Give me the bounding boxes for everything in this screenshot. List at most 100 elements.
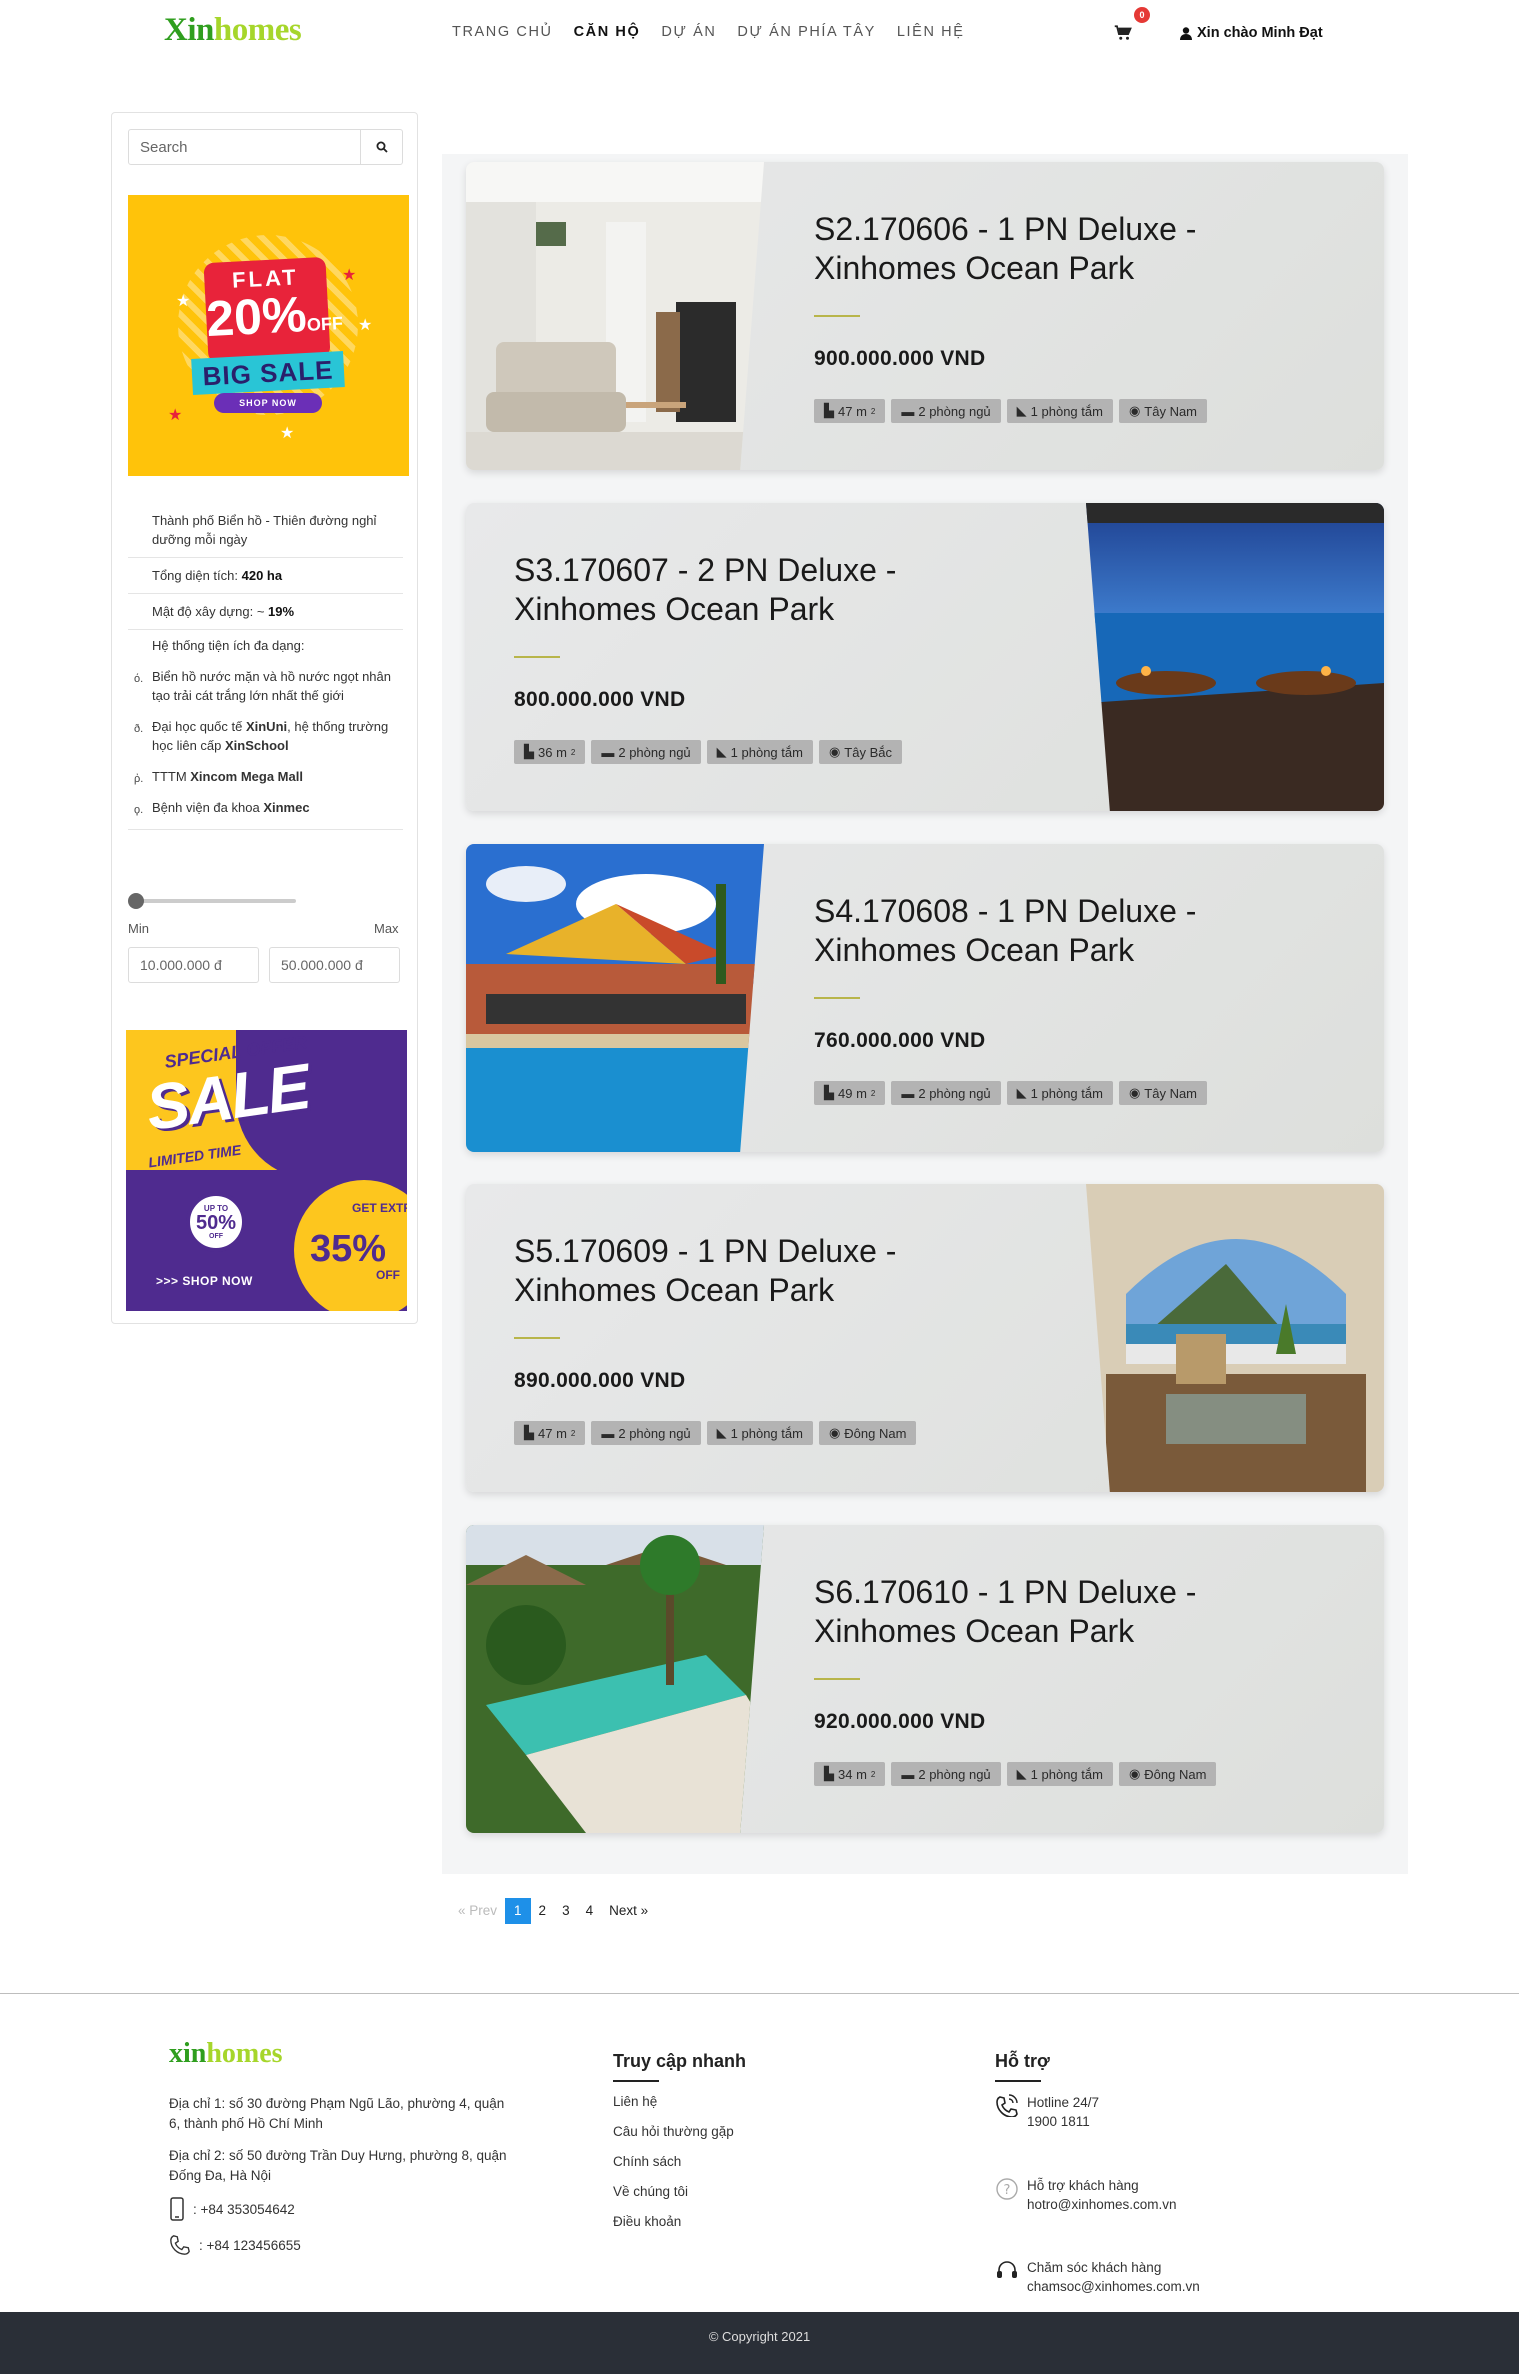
footer-link-about[interactable]: Về chúng tôi [613,2184,688,2199]
nav-contact[interactable]: LIÊN HỆ [897,24,965,40]
mobile-icon [170,2197,184,2221]
bed-icon: ▬ [901,1766,915,1782]
footer-link-policy[interactable]: Chính sách [613,2154,681,2169]
page-2[interactable]: 2 [531,1898,555,1924]
direction-tag: ◉ Đông Nam [818,1421,917,1445]
phone-ring-icon [996,2094,1018,2117]
listing-title[interactable]: S3.170607 - 2 PN Deluxe - Xinhomes Ocean… [514,551,944,629]
bedroom-tag: ▬ 2 phòng ngủ [591,1421,701,1445]
listing-price: 800.000.000 VND [514,688,686,711]
support-heading: Hỗ trợ [995,2051,1050,2082]
search-icon [376,141,388,153]
area-icon: ▙ [824,1766,834,1781]
page-1[interactable]: 1 [505,1898,531,1924]
compass-icon: ◉ [1128,1766,1141,1781]
footer-logo[interactable]: xinhomes [169,2038,283,2070]
price-range-slider[interactable] [128,893,298,909]
feature-intro: Thành phố Biển hồ - Thiên đường nghỉ dưỡ… [128,503,403,558]
search-button[interactable] [361,130,403,164]
support-customer-help: ? Hỗ trợ khách hàng hotro@xinhomes.com.vn [995,2176,1177,2214]
bathroom-tag: ◣ 1 phòng tắm [1006,1081,1113,1105]
big-sale-banner[interactable]: ★ ★ ★ ★ ★ FLAT 20%OFF BIG SALE SHOP NOW [128,195,409,476]
listing-card[interactable]: S4.170608 - 1 PN Deluxe - Xinhomes Ocean… [466,844,1384,1152]
special-offer-banner[interactable]: SPECIAL OFFER SALE LIMITED TIME UP TO 50… [126,1030,407,1311]
listing-price: 920.000.000 VND [814,1710,986,1733]
listing-title[interactable]: S2.170606 - 1 PN Deluxe - Xinhomes Ocean… [814,210,1244,288]
bathroom-tag: ◣ 1 phòng tắm [1006,1762,1113,1786]
pagination: « Prev 1 2 3 4 Next » [450,1898,656,1924]
bed-icon: ▬ [901,403,915,419]
footer-address-2: Địa chỉ 2: số 50 đường Trần Duy Hưng, ph… [169,2148,507,2183]
direction-tag: ◉ Tây Nam [1118,399,1208,423]
cart-icon[interactable] [1114,24,1136,44]
listing-title[interactable]: S4.170608 - 1 PN Deluxe - Xinhomes Ocean… [814,892,1244,970]
listing-photo-villa-pool [466,1525,764,1833]
footer-address-1: Địa chỉ 1: số 30 đường Phạm Ngũ Lão, phư… [169,2096,505,2131]
amenity-item: ό. Biển hồ nước mặn và hồ nước ngọt nhân … [134,669,391,703]
listing-price: 760.000.000 VND [814,1029,986,1052]
footer-link-faq[interactable]: Câu hỏi thường gặp [613,2124,734,2139]
feature-density: Mật độ xây dựng: ~ 19% [128,594,403,630]
feature-amenities-title: Hệ thống tiện ích đa dạng: [152,638,305,653]
listing-card[interactable]: S2.170606 - 1 PN Deluxe - Xinhomes Ocean… [466,162,1384,470]
quick-access-heading: Truy cập nhanh [613,2051,746,2082]
listing-photo-balcony-sea-view [1086,1184,1384,1492]
compass-icon: ◉ [828,1425,841,1440]
nav-west-projects[interactable]: DỰ ÁN PHÍA TÂY [737,24,875,40]
listing-title[interactable]: S6.170610 - 1 PN Deluxe - Xinhomes Ocean… [814,1573,1244,1651]
slider-handle[interactable] [128,893,144,909]
footer-phone: : +84 123456655 [169,2234,301,2256]
user-greeting[interactable]: Xin chào Minh Đạt [1180,25,1323,41]
area-tag: ▙ 49 m2 [814,1081,886,1105]
bedroom-tag: ▬ 2 phòng ngủ [891,1081,1001,1105]
bath-icon: ◣ [1016,1085,1027,1100]
support-customer-care: Chăm sóc khách hàng chamsoc@xinhomes.com.… [995,2258,1200,2296]
headset-icon [997,2261,1017,2278]
listing-price: 900.000.000 VND [814,347,986,370]
max-label: Max [374,921,399,936]
listing-card[interactable]: S6.170610 - 1 PN Deluxe - Xinhomes Ocean… [466,1525,1384,1833]
bedroom-tag: ▬ 2 phòng ngủ [891,1762,1001,1786]
footer-mobile: : +84 353054642 [169,2197,295,2221]
bathroom-tag: ◣ 1 phòng tắm [706,740,813,764]
bedroom-tag: ▬ 2 phòng ngủ [891,399,1001,423]
support-hotline: Hotline 24/7 1900 1811 [995,2093,1099,2131]
page-3[interactable]: 3 [554,1898,578,1924]
direction-tag: ◉ Tây Bắc [818,740,902,764]
nav-apartments[interactable]: CĂN HỘ [574,24,641,40]
search-input[interactable] [129,130,361,164]
bedroom-tag: ▬ 2 phòng ngủ [591,740,701,764]
site-header: Xinhomes TRANG CHỦ CĂN HỘ DỰ ÁN DỰ ÁN PH… [0,0,1519,70]
footer-link-terms[interactable]: Điều khoản [613,2214,681,2229]
min-label: Min [128,921,149,936]
area-tag: ▙ 36 m2 [514,740,586,764]
area-icon: ▙ [824,1085,834,1100]
svg-text:?: ? [1004,2183,1011,2198]
area-tag: ▙ 47 m2 [514,1421,586,1445]
listing-card[interactable]: S5.170609 - 1 PN Deluxe - Xinhomes Ocean… [466,1184,1384,1492]
nav-projects[interactable]: DỰ ÁN [661,24,716,40]
bed-icon: ▬ [901,1085,915,1101]
listing-title[interactable]: S5.170609 - 1 PN Deluxe - Xinhomes Ocean… [514,1232,944,1310]
bath-icon: ◣ [716,744,727,759]
site-logo[interactable]: Xinhomes [164,12,302,49]
prev-page-button[interactable]: « Prev [450,1898,505,1924]
main-nav: TRANG CHỦ CĂN HỘ DỰ ÁN DỰ ÁN PHÍA TÂY LI… [452,24,986,40]
direction-tag: ◉ Đông Nam [1118,1762,1217,1786]
nav-home[interactable]: TRANG CHỦ [452,24,553,40]
amenity-item: ð. Đại học quốc tế XinUni, hệ thống trườn… [134,719,389,753]
search-box [128,129,403,165]
next-page-button[interactable]: Next » [601,1898,656,1924]
bath-icon: ◣ [1016,403,1027,418]
listing-card[interactable]: S3.170607 - 2 PN Deluxe - Xinhomes Ocean… [466,503,1384,811]
min-price-input[interactable] [128,947,259,983]
footer-link-contact[interactable]: Liên hệ [613,2094,657,2109]
listing-photo-ocean-terrace [1086,503,1384,811]
question-icon: ? [996,2178,1018,2200]
page-4[interactable]: 4 [578,1898,602,1924]
bathroom-tag: ◣ 1 phòng tắm [1006,399,1113,423]
bed-icon: ▬ [601,1425,615,1441]
amenity-item: ϙ. Bệnh viện đa khoa Xinmec [134,800,310,816]
listing-price: 890.000.000 VND [514,1369,686,1392]
max-price-input[interactable] [269,947,400,983]
